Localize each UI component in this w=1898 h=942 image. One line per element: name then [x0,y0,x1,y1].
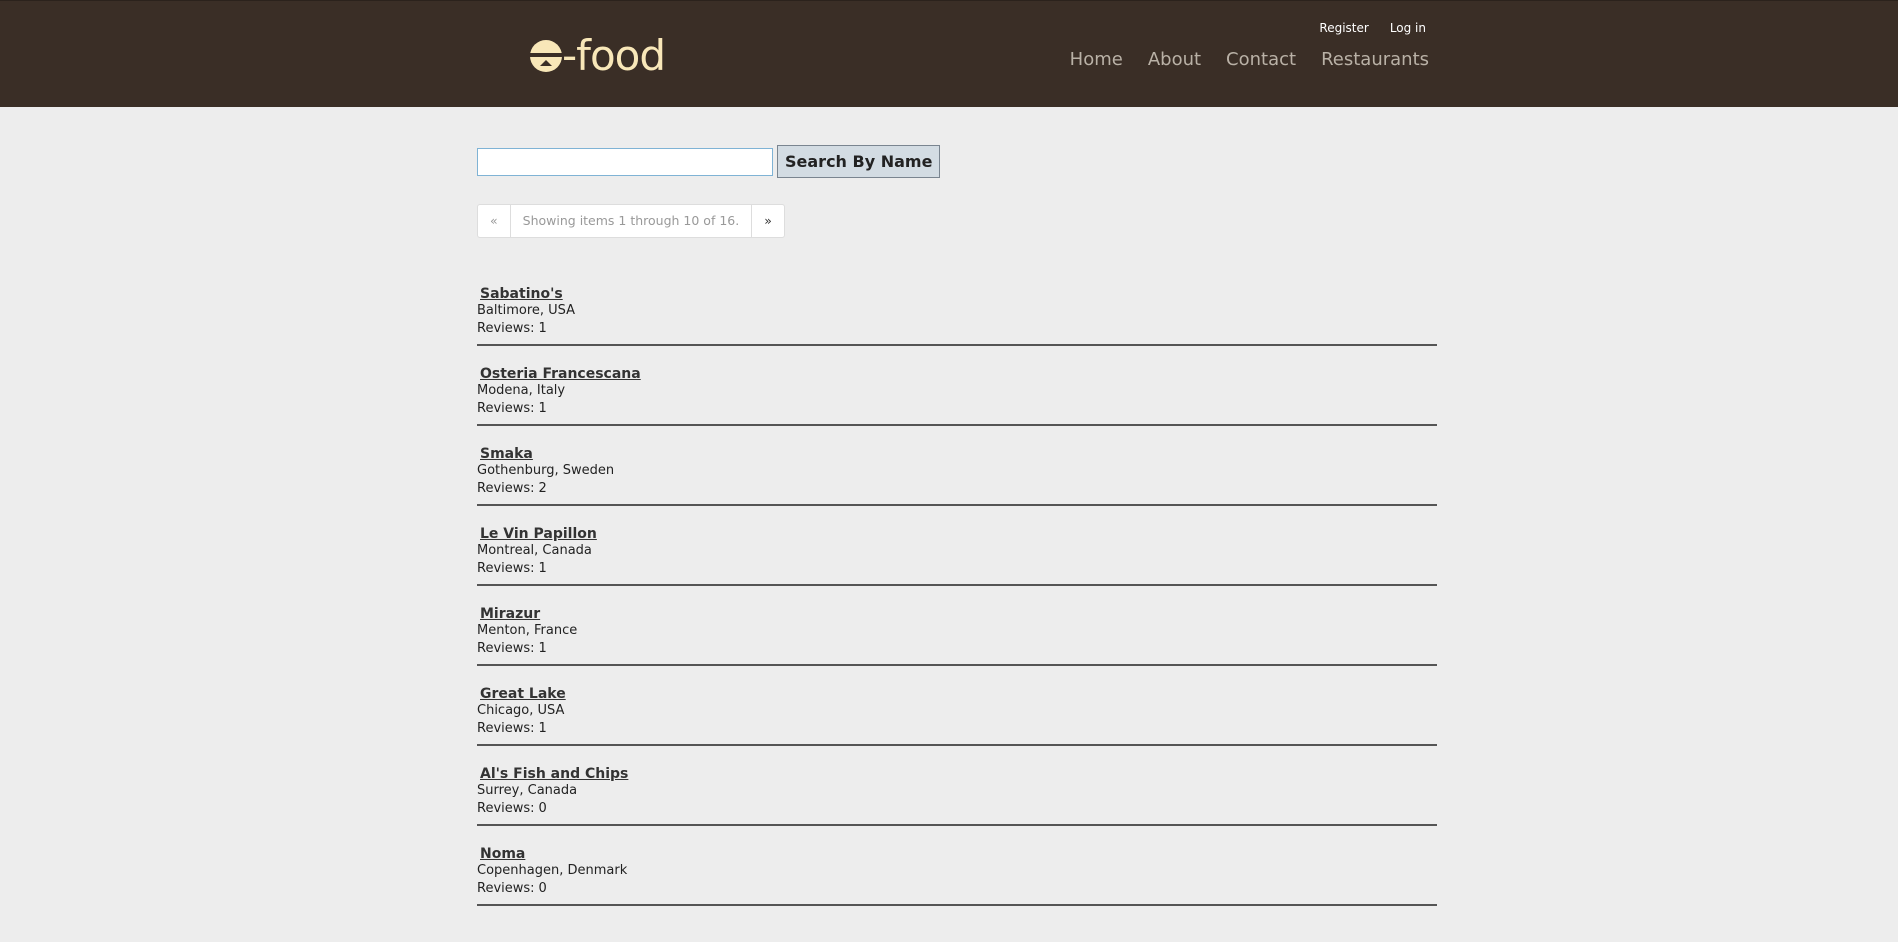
review-count-label: Reviews: [477,801,535,816]
restaurant-location: Montreal, Canada [477,543,592,558]
restaurant-location: Modena, Italy [477,383,566,398]
review-count-label: Reviews: [477,881,535,896]
restaurant-location: Menton, France [477,623,578,638]
review-count: 1 [538,721,547,736]
review-count: 1 [538,321,547,336]
review-count-label: Reviews: [477,481,535,496]
restaurant-location: Gothenburg, Sweden [477,463,615,478]
list-item: Osteria Francescana Modena, Italy Review… [477,363,1437,426]
restaurant-name-link[interactable]: Le Vin Papillon [480,526,597,542]
pagination-status: Showing items 1 through 10 of 16. [511,205,753,237]
restaurant-name-link[interactable]: Mirazur [480,606,540,622]
restaurant-list: Sabatino's Baltimore, USA Reviews: 1 Ost… [477,283,1437,906]
review-count: 2 [538,481,547,496]
review-count-line: Reviews: 0 [477,800,1437,818]
restaurant-location: Chicago, USA [477,703,565,718]
login-link[interactable]: Log in [1390,21,1426,35]
pagination-next[interactable]: » [752,205,784,237]
restaurant-location: Surrey, Canada [477,783,578,798]
search-input[interactable] [477,147,773,176]
review-count-line: Reviews: 1 [477,320,1437,338]
review-count: 0 [538,801,547,816]
review-count-label: Reviews: [477,721,535,736]
auth-links: Register Log in [1319,21,1426,35]
search-bar: Search By Name [477,145,1437,178]
nav-restaurants[interactable]: Restaurants [1321,49,1429,70]
review-count-line: Reviews: 2 [477,480,1437,498]
review-count-label: Reviews: [477,641,535,656]
list-item: Le Vin Papillon Montreal, Canada Reviews… [477,523,1437,586]
review-count: 1 [538,401,547,416]
review-count: 1 [538,641,547,656]
search-button[interactable]: Search By Name [777,145,941,178]
list-item: Al's Fish and Chips Surrey, Canada Revie… [477,763,1437,826]
review-count-label: Reviews: [477,401,535,416]
restaurant-location: Copenhagen, Denmark [477,863,628,878]
nav-contact[interactable]: Contact [1226,49,1296,70]
pagination: « Showing items 1 through 10 of 16. » [477,204,785,238]
nav-about[interactable]: About [1148,49,1201,70]
restaurant-name-link[interactable]: Al's Fish and Chips [480,766,628,782]
restaurant-location: Baltimore, USA [477,303,576,318]
review-count-line: Reviews: 1 [477,640,1437,658]
site-logo[interactable]: -food [528,31,666,80]
restaurant-name-link[interactable]: Smaka [480,446,533,462]
pagination-prev[interactable]: « [478,205,511,237]
restaurant-name-link[interactable]: Noma [480,846,525,862]
review-count-label: Reviews: [477,321,535,336]
list-item: Sabatino's Baltimore, USA Reviews: 1 [477,283,1437,346]
review-count: 0 [538,881,547,896]
restaurant-name-link[interactable]: Sabatino's [480,286,563,302]
main-nav: Home About Contact Restaurants [1070,49,1429,70]
list-item: Great Lake Chicago, USA Reviews: 1 [477,683,1437,746]
review-count: 1 [538,561,547,576]
nav-home[interactable]: Home [1070,49,1123,70]
list-item: Mirazur Menton, France Reviews: 1 [477,603,1437,666]
review-count-line: Reviews: 1 [477,720,1437,738]
main-content: Search By Name « Showing items 1 through… [477,145,1437,923]
review-count-line: Reviews: 1 [477,400,1437,418]
review-count-label: Reviews: [477,561,535,576]
restaurant-name-link[interactable]: Osteria Francescana [480,366,641,382]
plate-icon [530,40,562,72]
review-count-line: Reviews: 1 [477,560,1437,578]
site-header: -food Register Log in Home About Contact… [0,0,1898,107]
register-link[interactable]: Register [1319,21,1368,35]
logo-text: -food [562,31,666,80]
list-item: Smaka Gothenburg, Sweden Reviews: 2 [477,443,1437,506]
list-item: Noma Copenhagen, Denmark Reviews: 0 [477,843,1437,906]
restaurant-name-link[interactable]: Great Lake [480,686,566,702]
review-count-line: Reviews: 0 [477,880,1437,898]
